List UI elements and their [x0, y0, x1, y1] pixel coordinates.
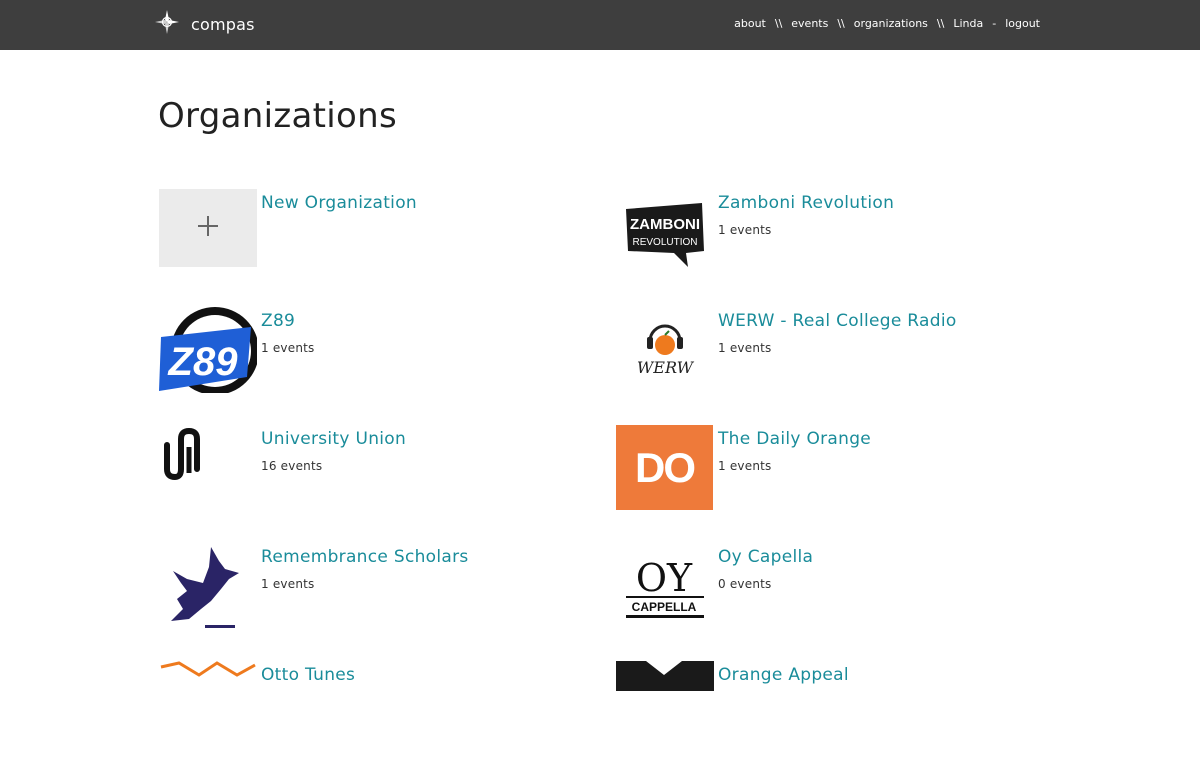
nav-link-logout[interactable]: logout [1005, 17, 1040, 30]
org-card: DO The Daily Orange 1 events [616, 425, 1056, 525]
org-logo-text: DO [635, 443, 696, 491]
org-card: ZAMBONI REVOLUTION Zamboni Revolution 1 … [616, 189, 1056, 289]
org-name-link[interactable]: New Organization [261, 193, 417, 213]
nav-link-organizations[interactable]: organizations [854, 17, 928, 30]
nav-separator: \\ [936, 17, 945, 30]
org-logo-remembrance-scholars[interactable] [159, 543, 257, 629]
nav-link-about[interactable]: about [734, 17, 766, 30]
org-logo-z89[interactable]: Z89 [159, 307, 257, 393]
page-title: Organizations [158, 96, 397, 136]
org-logo-text: ZAMBONI [630, 216, 700, 233]
org-logo-text: Z89 [168, 340, 239, 384]
org-event-count: 1 events [718, 459, 772, 473]
org-name-link[interactable]: Orange Appeal [718, 665, 849, 685]
nav-separator: - [992, 17, 997, 30]
org-card: Orange Appeal [616, 661, 1056, 761]
org-card: University Union 16 events [159, 425, 599, 525]
org-event-count: 16 events [261, 459, 323, 473]
org-card: Otto Tunes [159, 661, 599, 761]
org-name-link[interactable]: Remembrance Scholars [261, 547, 469, 567]
org-logo-text: REVOLUTION [632, 237, 697, 248]
org-name-link[interactable]: Oy Capella [718, 547, 813, 567]
nav-link-events[interactable]: events [791, 17, 828, 30]
org-card: OY CAPPELLA Oy Capella 0 events [616, 543, 1056, 643]
org-logo-zamboni-revolution[interactable]: ZAMBONI REVOLUTION [616, 189, 714, 267]
nav-link-user[interactable]: Linda [953, 17, 983, 30]
org-logo-text: CAPPELLA [632, 600, 697, 614]
org-card: Remembrance Scholars 1 events [159, 543, 599, 643]
org-event-count: 1 events [261, 577, 315, 591]
org-logo-werw[interactable]: WERW [616, 307, 714, 385]
org-name-link[interactable]: The Daily Orange [718, 429, 871, 449]
brand-name: compas [191, 14, 255, 34]
org-event-count: 1 events [718, 223, 772, 237]
org-logo-orange-appeal[interactable] [616, 661, 714, 739]
org-event-count: 1 events [718, 341, 772, 355]
org-logo-text: OY [636, 556, 693, 600]
org-logo-otto-tunes[interactable] [159, 661, 257, 739]
org-name-link[interactable]: University Union [261, 429, 406, 449]
org-name-link[interactable]: WERW - Real College Radio [718, 311, 957, 331]
org-logo-text: WERW [637, 358, 695, 377]
org-logo-oy-capella[interactable]: OY CAPPELLA [616, 543, 714, 629]
org-name-link[interactable]: Zamboni Revolution [718, 193, 894, 213]
org-event-count: 1 events [261, 341, 315, 355]
org-card-new: New Organization [159, 189, 599, 289]
nav-separator: \\ [837, 17, 845, 30]
org-logo-daily-orange[interactable]: DO [616, 425, 713, 510]
brand[interactable]: compas [155, 10, 255, 38]
compass-icon [155, 10, 179, 38]
org-card: Z89 Z89 1 events [159, 307, 599, 407]
org-name-link[interactable]: Z89 [261, 311, 295, 331]
plus-icon [196, 214, 220, 242]
org-event-count: 0 events [718, 577, 772, 591]
dove-icon [171, 547, 239, 628]
new-organization-tile[interactable] [159, 189, 257, 267]
org-logo-university-union[interactable] [159, 425, 257, 503]
nav-separator: \\ [774, 17, 783, 30]
org-name-link[interactable]: Otto Tunes [261, 665, 355, 685]
main-nav: about \\ events \\ organizations \\ Lind… [734, 17, 1040, 30]
top-navbar: compas about \\ events \\ organizations … [0, 0, 1200, 50]
org-card: WERW WERW - Real College Radio 1 events [616, 307, 1056, 407]
